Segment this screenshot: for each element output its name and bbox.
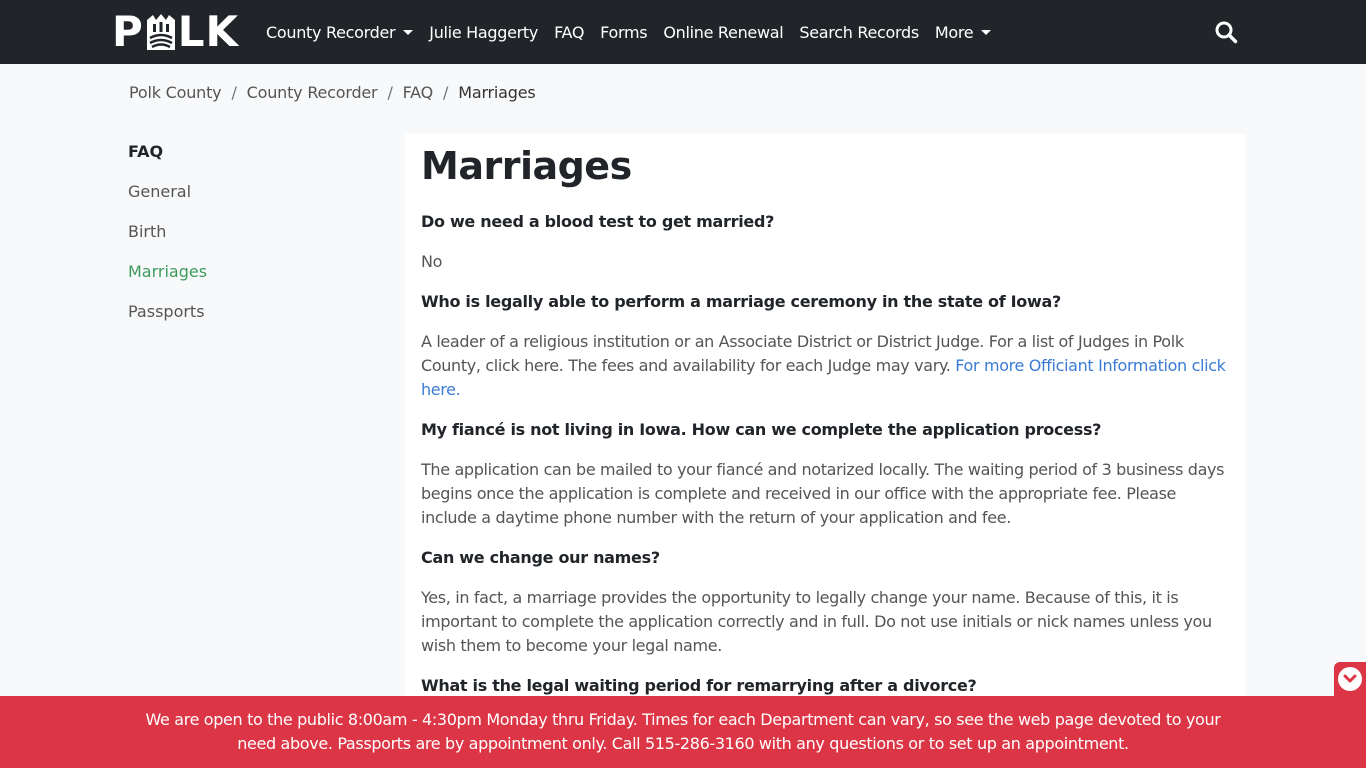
main-content: Marriages Do we need a blood test to get… — [405, 134, 1246, 768]
faq-question: My fiancé is not living in Iowa. How can… — [421, 420, 1102, 439]
faq-answer: Yes, in fact, a marriage provides the op… — [421, 588, 1212, 655]
faq-answer: No — [421, 252, 443, 271]
polk-logo[interactable]: P LK — [112, 7, 240, 56]
sidebar-item-marriages[interactable]: Marriages — [128, 262, 368, 284]
sidebar-item-passports[interactable]: Passports — [128, 302, 368, 324]
top-navbar: P LK County Recorder Julie Haggerty FAQ … — [0, 0, 1366, 64]
breadcrumb-polk-county[interactable]: Polk County — [129, 83, 222, 102]
breadcrumb-county-recorder[interactable]: County Recorder — [247, 83, 378, 102]
faq-question: Can we change our names? — [421, 548, 660, 567]
nav-more[interactable]: More — [927, 23, 999, 42]
banner-collapse-button[interactable] — [1334, 662, 1366, 696]
logo-emblem-icon — [146, 14, 175, 50]
faq-question: Do we need a blood test to get married? — [421, 212, 775, 231]
nav-forms[interactable]: Forms — [592, 23, 655, 42]
nav-faq[interactable]: FAQ — [546, 23, 592, 42]
search-icon[interactable] — [1214, 20, 1238, 44]
sidebar-item-birth[interactable]: Birth — [128, 222, 368, 244]
breadcrumb-separator: / — [231, 83, 237, 102]
main-nav: County Recorder Julie Haggerty FAQ Forms… — [258, 0, 999, 64]
faq-question: What is the legal waiting period for rem… — [421, 676, 977, 695]
banner-text: We are open to the public 8:00am - 4:30p… — [145, 710, 1221, 753]
hours-alert-banner: We are open to the public 8:00am - 4:30p… — [0, 696, 1366, 768]
nav-label: County Recorder — [266, 22, 396, 42]
nav-online-renewal[interactable]: Online Renewal — [655, 23, 791, 42]
faq-answer: A leader of a religious institution or a… — [421, 330, 1230, 402]
page-title: Marriages — [421, 144, 632, 188]
chevron-down-icon — [403, 29, 414, 35]
logo-text-right: LK — [177, 7, 240, 56]
breadcrumb-separator: / — [443, 83, 449, 102]
breadcrumb-faq[interactable]: FAQ — [403, 83, 434, 102]
breadcrumb: Polk County / County Recorder / FAQ / Ma… — [129, 83, 536, 102]
nav-julie-haggerty[interactable]: Julie Haggerty — [421, 23, 546, 42]
chevron-down-icon — [1338, 667, 1362, 691]
breadcrumb-separator: / — [387, 83, 393, 102]
sidebar-heading: FAQ — [128, 142, 164, 161]
nav-label: Julie Haggerty — [429, 22, 539, 42]
faq-question: Who is legally able to perform a marriag… — [421, 292, 1061, 311]
logo-text-left: P — [112, 7, 144, 56]
faq-answer: The application can be mailed to your fi… — [421, 460, 1225, 527]
chevron-down-icon — [981, 29, 992, 35]
nav-label: Forms — [600, 22, 648, 42]
nav-label: Search Records — [799, 22, 919, 42]
sidebar-item-general[interactable]: General — [128, 182, 368, 204]
nav-label: More — [934, 22, 974, 42]
nav-county-recorder[interactable]: County Recorder — [258, 23, 421, 42]
faq-sidebar: FAQ General Birth Marriages Passports — [128, 142, 368, 342]
nav-search-records[interactable]: Search Records — [791, 23, 926, 42]
nav-label: FAQ — [554, 22, 585, 42]
nav-label: Online Renewal — [663, 22, 784, 42]
breadcrumb-current: Marriages — [458, 83, 536, 102]
